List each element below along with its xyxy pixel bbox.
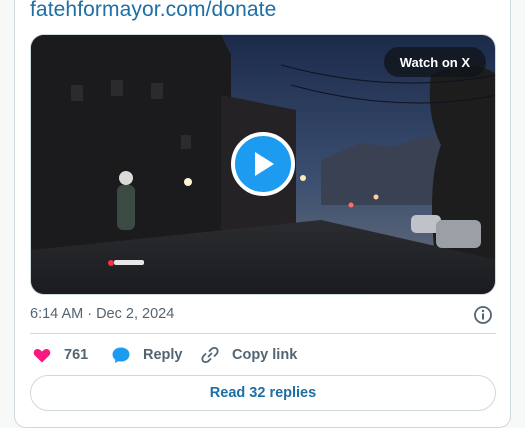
link-icon (200, 345, 220, 365)
read-replies-button[interactable]: Read 32 replies (30, 375, 496, 411)
copy-link-button[interactable]: Copy link (200, 344, 297, 366)
reply-bubble-icon (111, 345, 131, 365)
play-button[interactable] (231, 132, 295, 196)
donate-link[interactable]: fatehformayor.com/donate (30, 0, 276, 22)
like-count: 761 (64, 347, 89, 363)
like-button[interactable]: 761 (32, 344, 88, 366)
video-player[interactable]: Watch on X (30, 34, 496, 295)
play-icon (255, 152, 274, 176)
reply-button[interactable]: Reply (111, 344, 183, 366)
info-icon[interactable] (473, 305, 493, 325)
watch-on-x-button[interactable]: Watch on X (383, 47, 486, 77)
post-timestamp[interactable]: 6:14 AM · Dec 2, 2024 (30, 306, 174, 322)
divider (30, 333, 496, 334)
heart-icon (32, 345, 52, 365)
copy-link-label: Copy link (232, 347, 298, 363)
reply-label: Reply (143, 347, 183, 363)
